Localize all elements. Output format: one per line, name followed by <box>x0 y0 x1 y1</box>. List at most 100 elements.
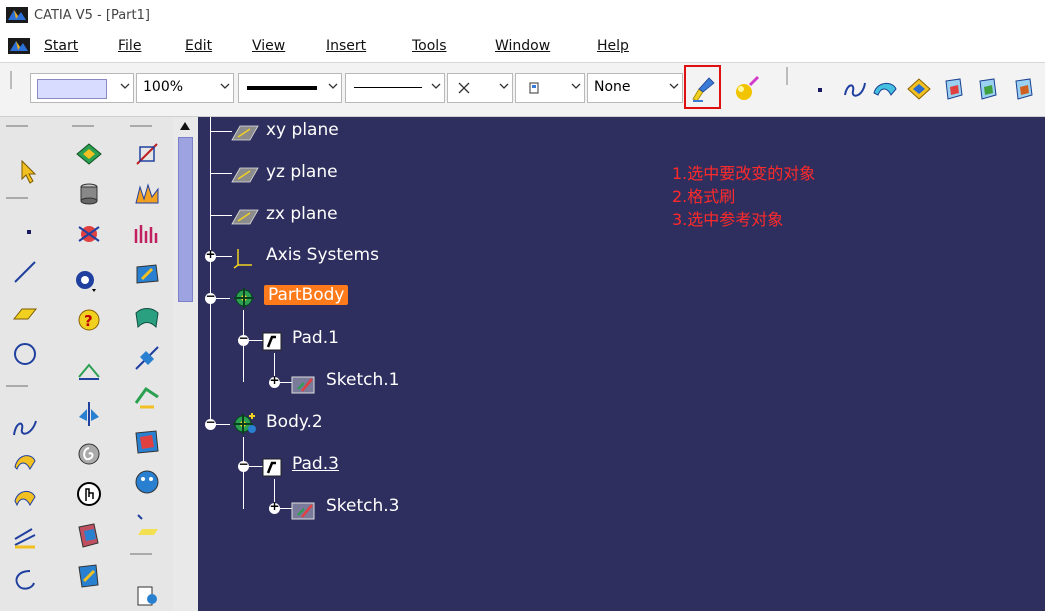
toolbar-separator <box>786 67 788 85</box>
menu-insert[interactable]: Insert <box>326 38 366 54</box>
sweep-icon[interactable] <box>10 521 40 551</box>
tree-node-xy-plane[interactable]: xy plane <box>266 120 339 140</box>
spline-icon[interactable] <box>10 413 40 443</box>
svg-text:?: ? <box>84 312 93 330</box>
menu-help[interactable]: Help <box>597 38 629 54</box>
toolbar-separator <box>6 197 28 199</box>
line-thickness-combo[interactable] <box>238 73 342 103</box>
annotation-line-1: 1.选中要改变的对象 <box>672 164 816 183</box>
axis-system-icon <box>233 249 252 269</box>
healing-icon[interactable] <box>974 75 1002 103</box>
tree-expand-toggle[interactable]: + <box>205 247 216 262</box>
help-icon[interactable]: ? <box>74 305 104 335</box>
tree-node-sketch-3[interactable]: Sketch.3 <box>326 496 400 516</box>
toolbar-grip[interactable] <box>10 71 12 89</box>
toolbar-separator <box>130 553 152 555</box>
toolbar-grip <box>130 125 152 127</box>
tree-node-yz-plane[interactable]: yz plane <box>266 162 338 182</box>
x-mark-icon <box>458 82 470 94</box>
chevron-down-icon <box>499 83 509 89</box>
spline-icon[interactable] <box>841 75 869 103</box>
mirror-icon[interactable] <box>74 399 104 429</box>
spiral-icon[interactable] <box>74 439 104 469</box>
point-icon[interactable] <box>14 217 44 247</box>
menu-window[interactable]: Window <box>495 38 550 54</box>
cylinder-icon[interactable] <box>74 179 104 209</box>
tree-node-pad-1[interactable]: Pad.1 <box>292 328 339 348</box>
tree-collapse-toggle[interactable]: − <box>205 289 216 304</box>
plane-icon[interactable] <box>10 299 40 329</box>
tree-collapse-toggle[interactable]: − <box>238 457 249 472</box>
layer-value: None <box>594 79 631 95</box>
deform-icon[interactable] <box>74 561 104 591</box>
shape-fillet-icon[interactable] <box>132 383 162 413</box>
multi-section-surface-icon[interactable] <box>905 75 933 103</box>
tree-scrollbar[interactable] <box>173 117 198 611</box>
tree-branch-line <box>216 298 230 299</box>
surface-patch-icon[interactable] <box>132 303 162 333</box>
transparency-value: 100% <box>143 79 184 95</box>
blend-icon[interactable] <box>132 259 162 289</box>
sketcher-grid-icon[interactable] <box>74 139 104 169</box>
light-icon[interactable] <box>132 509 162 539</box>
tree-node-pad-3[interactable]: Pad.3 <box>292 454 339 474</box>
render-icon[interactable] <box>132 579 162 609</box>
tree-branch-line <box>210 131 232 132</box>
offset-icon[interactable] <box>70 263 100 293</box>
freestyle-surface-icon[interactable] <box>132 179 162 209</box>
join-icon[interactable] <box>940 75 968 103</box>
menu-file[interactable]: File <box>118 38 141 54</box>
apply-material-icon[interactable] <box>733 75 761 103</box>
tree-expand-toggle[interactable]: + <box>269 373 280 388</box>
fill-icon[interactable] <box>10 565 40 595</box>
menu-tools[interactable]: Tools <box>412 38 447 54</box>
tree-collapse-toggle[interactable]: − <box>238 331 249 346</box>
tree-collapse-toggle[interactable]: − <box>205 415 216 430</box>
untrim-icon[interactable] <box>1010 75 1038 103</box>
tree-expand-toggle[interactable]: + <box>269 499 280 514</box>
scroll-up-arrow-icon[interactable] <box>179 121 191 131</box>
circle-icon[interactable] <box>10 339 40 369</box>
chevron-down-icon <box>120 83 130 89</box>
transparency-combo[interactable]: 100% <box>136 73 234 103</box>
menu-view[interactable]: View <box>252 38 285 54</box>
point-symbol-combo[interactable] <box>447 73 513 103</box>
sketch-icon <box>291 376 315 394</box>
annotation-line-2: 2.格式刷 <box>672 187 736 206</box>
tree-node-axis-systems[interactable]: Axis Systems <box>266 245 379 265</box>
wrap-icon[interactable] <box>74 521 104 551</box>
tree-node-body-2[interactable]: Body.2 <box>266 412 323 432</box>
toolbar-separator <box>6 385 28 387</box>
extrude-surface-icon[interactable] <box>10 447 40 477</box>
tree-node-sketch-1[interactable]: Sketch.1 <box>326 370 400 390</box>
line-type-combo[interactable] <box>345 73 445 103</box>
intersect-icon[interactable] <box>74 219 104 249</box>
menu-edit[interactable]: Edit <box>185 38 212 54</box>
menu-start[interactable]: Start <box>44 38 78 54</box>
sketch-icon <box>291 502 315 520</box>
connect-curve-icon[interactable] <box>132 343 162 373</box>
measure-icon[interactable] <box>74 357 104 387</box>
layer-combo[interactable]: None <box>587 73 683 103</box>
sweep-surface-icon[interactable] <box>871 75 899 103</box>
tree-branch-line <box>216 424 230 425</box>
hand-icon[interactable] <box>74 479 104 509</box>
render-style-icon <box>529 82 539 94</box>
tree-node-zx-plane[interactable]: zx plane <box>266 204 338 224</box>
line-icon[interactable] <box>10 257 40 287</box>
tree-node-partbody[interactable]: PartBody <box>264 285 349 305</box>
fill-color-combo[interactable] <box>30 73 134 103</box>
revolve-surface-icon[interactable] <box>10 483 40 513</box>
title-bar: CATIA V5 - [Part1] <box>0 0 1045 30</box>
surface-map-icon[interactable] <box>132 427 162 457</box>
tree-trunk-line <box>243 437 244 509</box>
chevron-down-icon <box>328 83 338 89</box>
scroll-thumb[interactable] <box>178 137 193 302</box>
curves-icon[interactable] <box>132 219 162 249</box>
annotation-line-3: 3.选中参考对象 <box>672 210 784 229</box>
point-icon[interactable] <box>806 75 834 103</box>
rendering-style-combo[interactable] <box>515 73 585 103</box>
select-arrow-icon[interactable] <box>14 157 44 187</box>
transform-icon[interactable] <box>132 139 162 169</box>
face-icon[interactable] <box>132 467 162 497</box>
